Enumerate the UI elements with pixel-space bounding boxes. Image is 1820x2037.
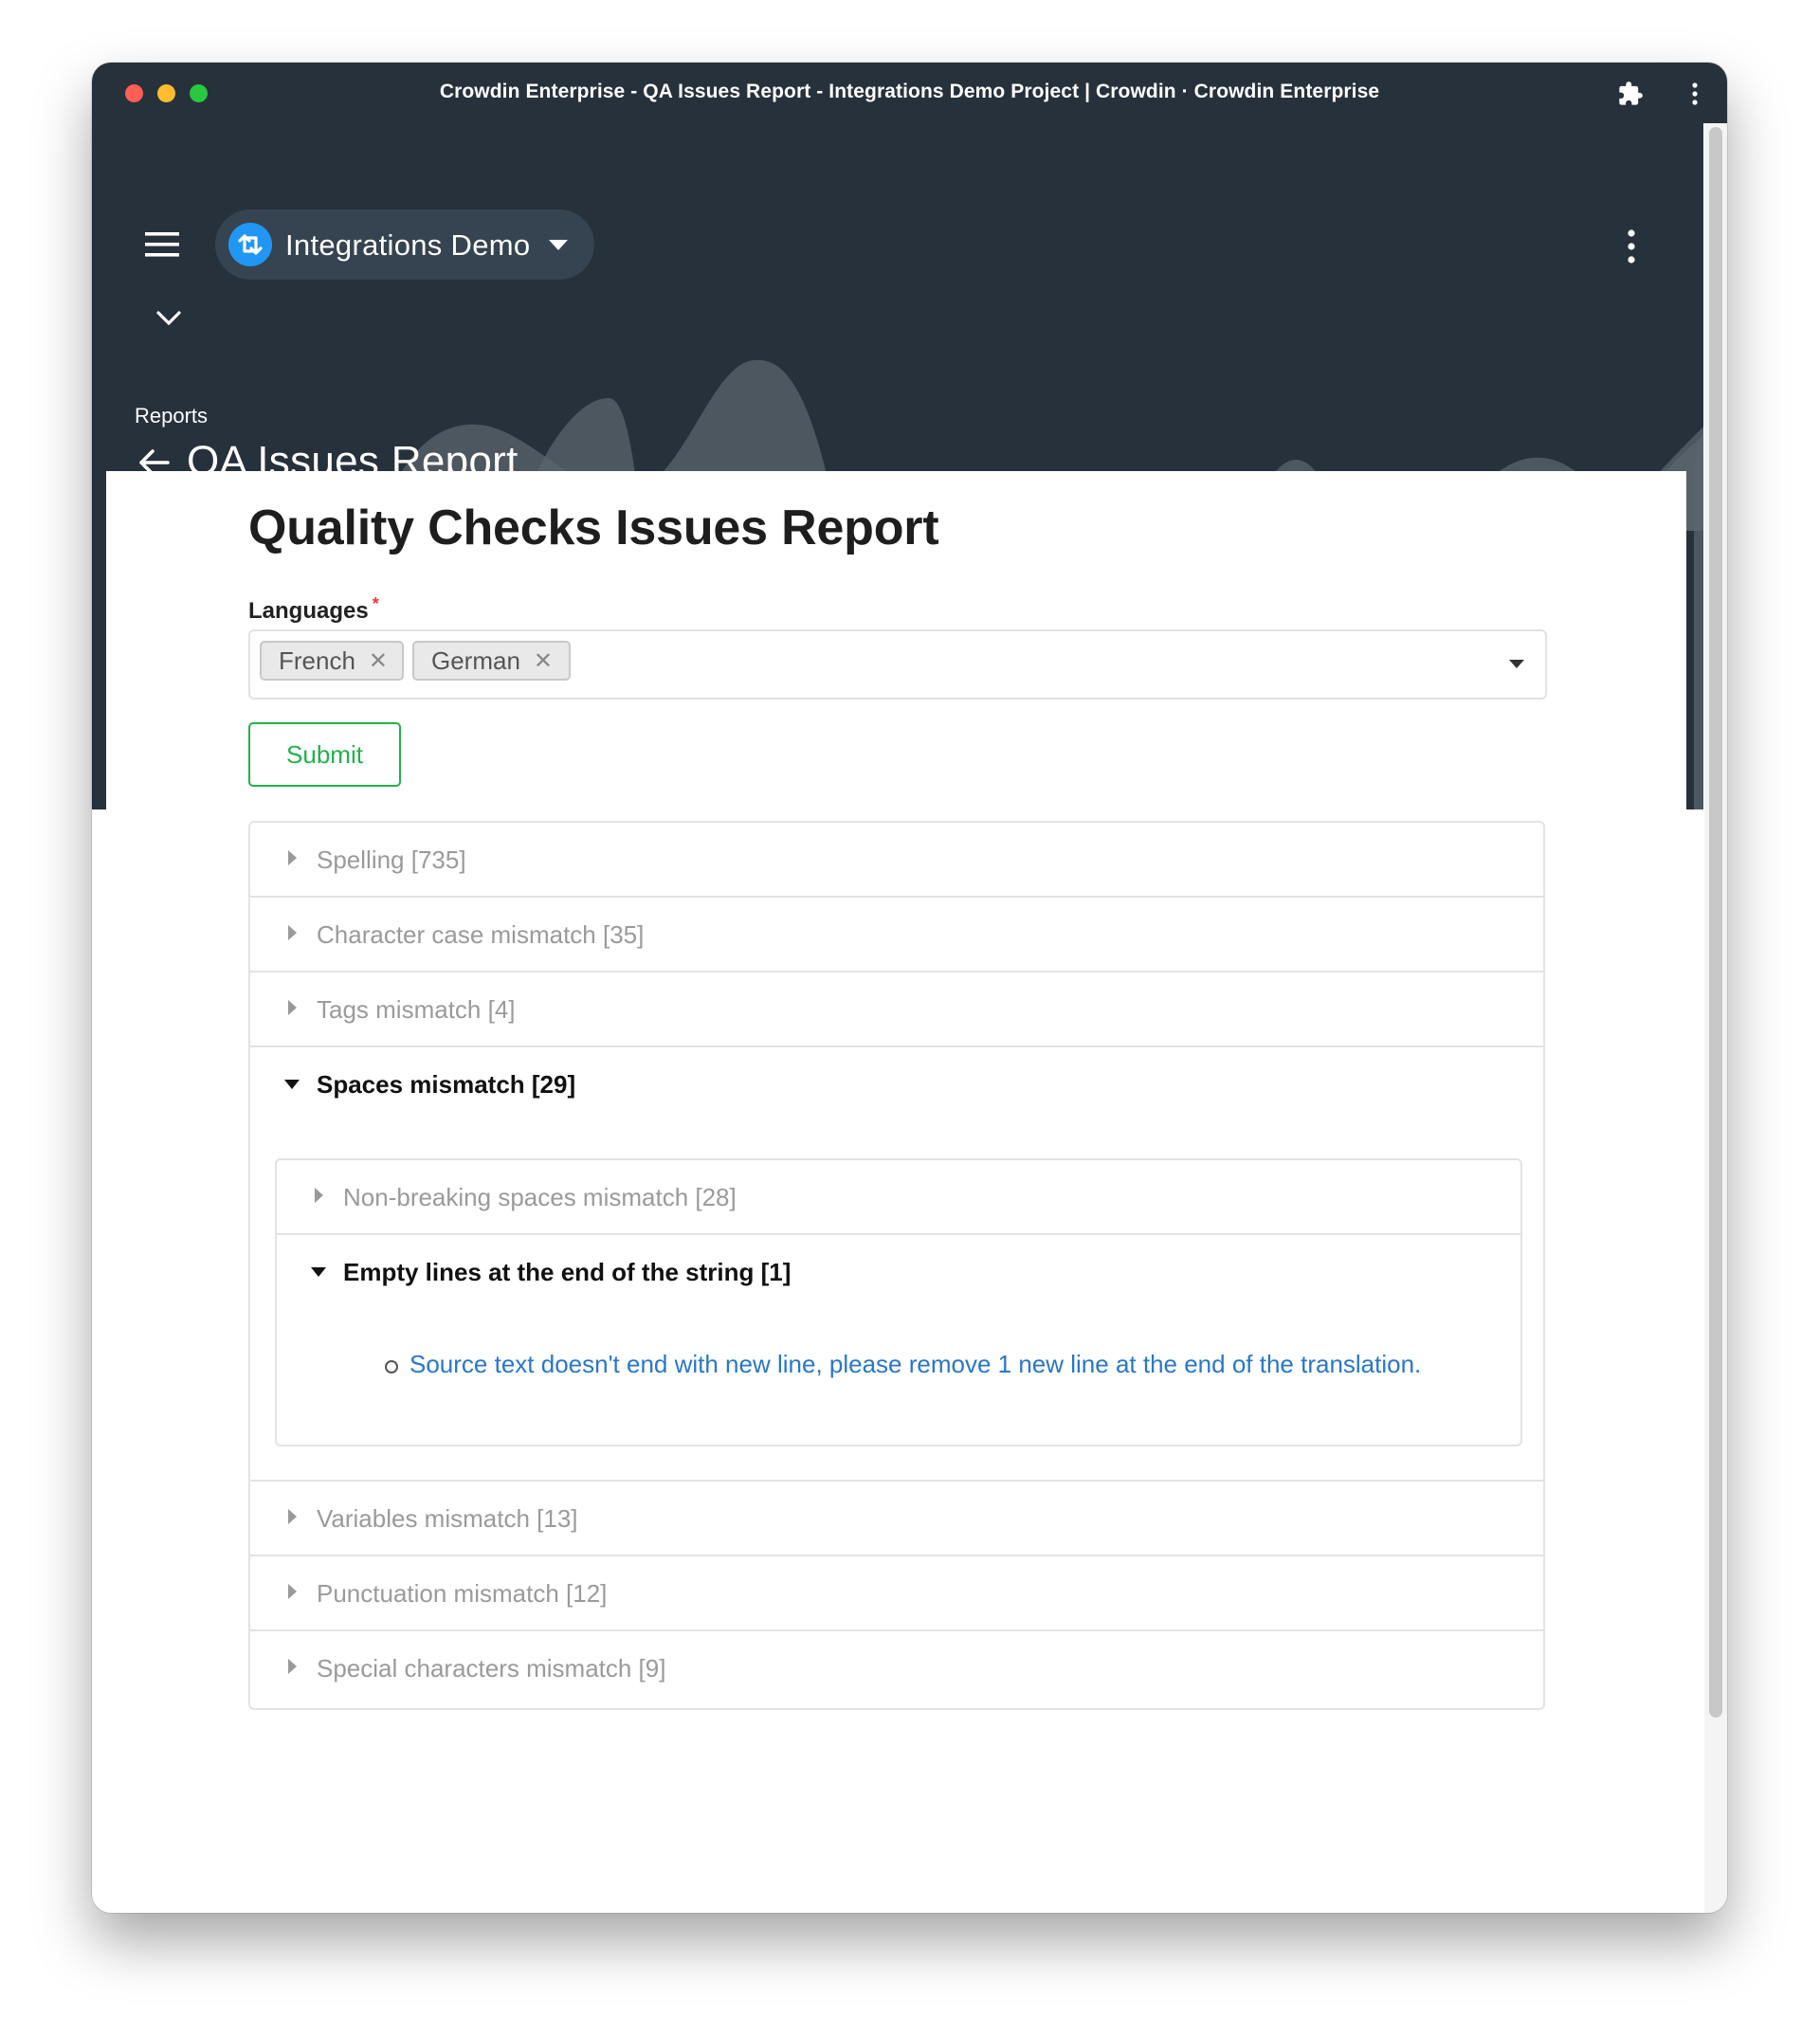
issue-item: Source text doesn't end with new line, p… xyxy=(385,1350,1421,1379)
caret-right-icon xyxy=(288,1000,297,1015)
language-chip-french: French ✕ xyxy=(260,641,404,681)
issue-category-variables[interactable]: Variables mismatch [13] xyxy=(250,1482,1543,1556)
more-vert-icon[interactable] xyxy=(1626,229,1637,264)
caret-right-icon xyxy=(288,1509,297,1524)
languages-label: Languages * xyxy=(248,594,379,625)
issue-category-special-characters[interactable]: Special characters mismatch [9] xyxy=(250,1631,1543,1706)
browser-window: Crowdin Enterprise - QA Issues Report - … xyxy=(92,63,1727,1913)
issue-category-label: Spelling [735] xyxy=(317,846,466,874)
project-logo-icon xyxy=(228,223,272,266)
issue-category-label: Spaces mismatch [29] xyxy=(317,1070,576,1099)
language-chip-label: French xyxy=(279,646,355,675)
issue-category-label: Character case mismatch [35] xyxy=(317,920,645,949)
caret-right-icon xyxy=(288,925,297,940)
window-title: Crowdin Enterprise - QA Issues Report - … xyxy=(439,81,1380,102)
spaces-subcategories: Non-breaking spaces mismatch [28] Empty … xyxy=(275,1158,1522,1446)
caret-right-icon xyxy=(315,1188,323,1203)
caret-down-icon[interactable] xyxy=(1509,660,1524,669)
caret-right-icon xyxy=(288,850,297,865)
caret-right-icon xyxy=(288,1659,297,1674)
issues-accordion: Spelling [735] Character case mismatch [… xyxy=(248,821,1545,1710)
puzzle-icon[interactable] xyxy=(1617,81,1644,107)
issue-category-label: Variables mismatch [13] xyxy=(317,1504,578,1533)
project-name: Integrations Demo xyxy=(285,228,531,262)
issue-category-spaces-header[interactable]: Spaces mismatch [29] xyxy=(250,1047,1543,1122)
menu-icon[interactable] xyxy=(145,231,179,258)
breadcrumb[interactable]: Reports xyxy=(135,404,208,428)
subcategory-non-breaking-spaces[interactable]: Non-breaking spaces mismatch [28] xyxy=(277,1160,1520,1235)
issue-category-label: Special characters mismatch [9] xyxy=(317,1654,666,1682)
browser-menu-icon[interactable] xyxy=(1684,82,1706,106)
issue-category-character-case[interactable]: Character case mismatch [35] xyxy=(250,898,1543,973)
caret-right-icon xyxy=(288,1584,297,1599)
language-chip-german: German ✕ xyxy=(412,641,571,681)
issue-category-spaces: Spaces mismatch [29] Non-breaking spaces… xyxy=(250,1047,1543,1482)
languages-select[interactable]: French ✕ German ✕ xyxy=(248,629,1547,700)
languages-label-text: Languages xyxy=(248,598,369,624)
bullet-icon xyxy=(385,1360,398,1373)
scrollbar-thumb[interactable] xyxy=(1709,127,1722,1718)
subcategory-label: Empty lines at the end of the string [1] xyxy=(343,1258,792,1286)
issue-category-punctuation[interactable]: Punctuation mismatch [12] xyxy=(250,1556,1543,1631)
issue-category-spelling[interactable]: Spelling [735] xyxy=(250,823,1543,898)
report-heading: Quality Checks Issues Report xyxy=(248,500,939,555)
window-titlebar: Crowdin Enterprise - QA Issues Report - … xyxy=(92,63,1727,123)
project-switcher[interactable]: Integrations Demo xyxy=(215,209,594,280)
caret-down-icon xyxy=(284,1080,300,1089)
issue-list: Source text doesn't end with new line, p… xyxy=(385,1350,1421,1379)
issue-category-label: Tags mismatch [4] xyxy=(317,995,516,1024)
language-chip-label: German xyxy=(431,646,520,675)
issue-category-tags[interactable]: Tags mismatch [4] xyxy=(250,973,1543,1047)
issue-link[interactable]: Source text doesn't end with new line, p… xyxy=(410,1350,1421,1378)
caret-down-icon xyxy=(549,240,568,250)
caret-down-icon xyxy=(311,1267,326,1277)
subcategory-empty-lines[interactable]: Empty lines at the end of the string [1] xyxy=(277,1235,1520,1310)
remove-chip-icon[interactable]: ✕ xyxy=(369,647,388,675)
required-marker: * xyxy=(372,594,379,613)
remove-chip-icon[interactable]: ✕ xyxy=(534,647,553,675)
submit-button[interactable]: Submit xyxy=(248,722,401,787)
chevron-down-icon[interactable] xyxy=(156,310,181,327)
issue-category-label: Punctuation mismatch [12] xyxy=(317,1579,608,1608)
report-panel: Quality Checks Issues Report Languages * … xyxy=(106,471,1686,1913)
subcategory-label: Non-breaking spaces mismatch [28] xyxy=(343,1183,737,1211)
